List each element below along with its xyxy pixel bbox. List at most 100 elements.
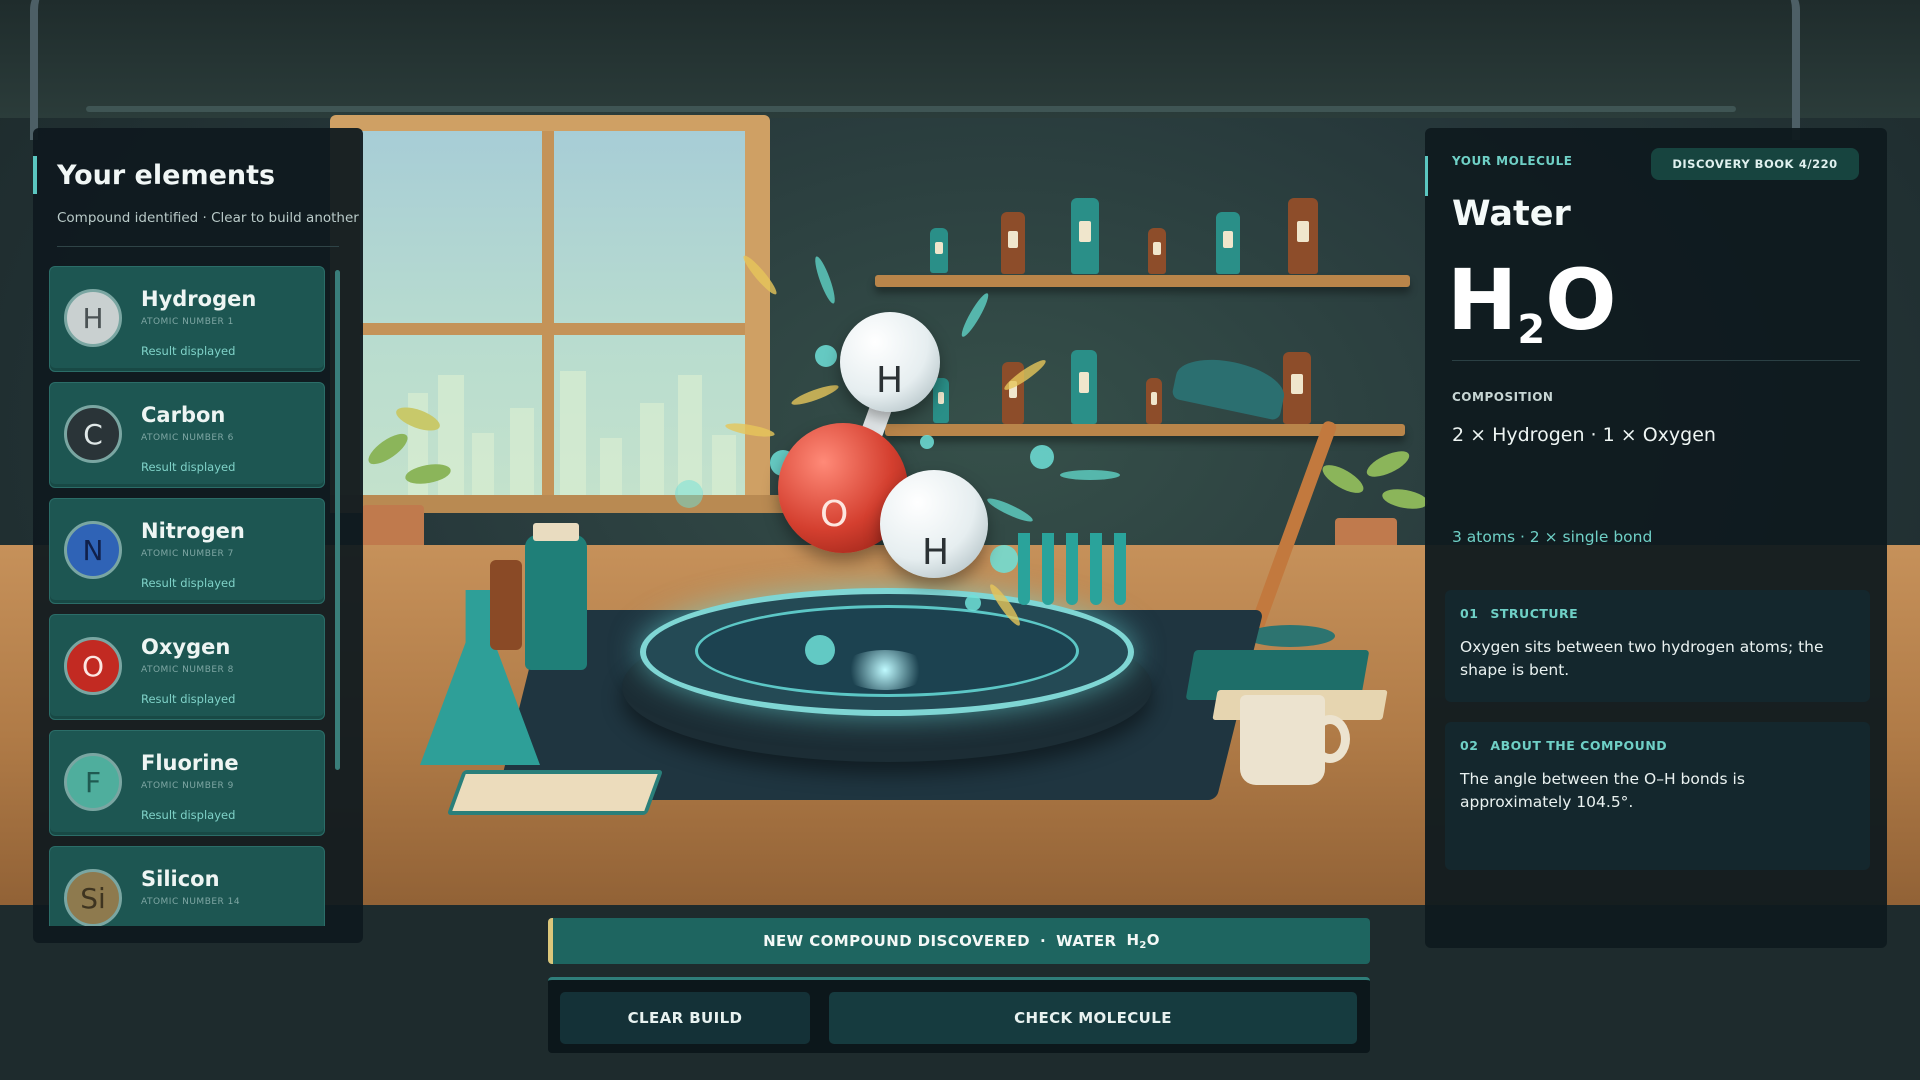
- city-building: [472, 433, 494, 503]
- toast-prefix: NEW COMPOUND DISCOVERED: [763, 932, 1030, 950]
- clear-build-button[interactable]: CLEAR BUILD: [560, 992, 810, 1044]
- city-building: [510, 408, 534, 503]
- city-building: [712, 435, 736, 503]
- check-molecule-button[interactable]: CHECK MOLECULE: [829, 992, 1357, 1044]
- reagent-jar-lid: [533, 523, 579, 541]
- nitrogen-symbol-icon: N: [64, 521, 122, 579]
- panel-subtitle: Compound identified · Clear to build ano…: [57, 210, 359, 226]
- bottle: [1148, 228, 1166, 274]
- toast-separator: ·: [1039, 932, 1047, 950]
- element-card-nitrogen[interactable]: N Nitrogen ATOMIC NUMBER 7 Result displa…: [49, 498, 325, 604]
- small-bottle: [490, 560, 522, 650]
- panel-accent: [1425, 156, 1428, 196]
- element-name: Nitrogen: [141, 519, 245, 543]
- molecule-section-label: YOUR MOLECULE: [1452, 154, 1573, 168]
- composition-value: 2 × Hydrogen · 1 × Oxygen: [1452, 424, 1716, 446]
- upper-shelf: [875, 275, 1410, 287]
- ceiling-rail: [86, 106, 1736, 112]
- bottle: [1001, 212, 1025, 274]
- element-status: Result displayed: [141, 692, 236, 706]
- window-mullion: [542, 131, 554, 503]
- element-card-oxygen[interactable]: O Oxygen ATOMIC NUMBER 8 Result displaye…: [49, 614, 325, 720]
- element-name: Hydrogen: [141, 287, 257, 311]
- glow-particle: [805, 635, 835, 665]
- frame-right: [1760, 0, 1800, 140]
- action-bar: CLEAR BUILD CHECK MOLECULE: [548, 977, 1370, 1053]
- element-card-carbon[interactable]: C Carbon ATOMIC NUMBER 6 Result displaye…: [49, 382, 325, 488]
- panel-accent: [33, 156, 37, 194]
- test-tube-rack: [1018, 533, 1138, 613]
- hydrogen-atom[interactable]: H: [840, 312, 940, 412]
- element-list[interactable]: H Hydrogen ATOMIC NUMBER 1 Result displa…: [49, 266, 329, 926]
- hydrogen-atom[interactable]: H: [880, 470, 988, 578]
- bottle: [1146, 378, 1162, 424]
- atom-label: H: [922, 532, 950, 573]
- glow-particle: [1030, 445, 1054, 469]
- info-card-about: 02 ABOUT THE COMPOUND The angle between t…: [1445, 722, 1870, 870]
- spark: [1060, 470, 1120, 480]
- element-atomic-number: ATOMIC NUMBER 9: [141, 781, 234, 791]
- discovery-book-button[interactable]: DISCOVERY BOOK 4/220: [1651, 148, 1859, 180]
- glow-particle: [815, 345, 837, 367]
- fluorine-symbol-icon: F: [64, 753, 122, 811]
- formula-part: H: [1126, 931, 1140, 949]
- element-card-silicon[interactable]: Si Silicon ATOMIC NUMBER 14: [49, 846, 325, 926]
- discovery-book-count: 4/220: [1798, 157, 1838, 171]
- city-building: [640, 403, 664, 503]
- test-tube: [1114, 533, 1126, 605]
- formula-part: O: [1545, 251, 1617, 349]
- city-building: [438, 375, 464, 503]
- info-card-heading: 02 ABOUT THE COMPOUND: [1460, 738, 1667, 753]
- element-status: Result displayed: [141, 344, 236, 358]
- info-card-number: 01: [1460, 606, 1479, 621]
- element-atomic-number: ATOMIC NUMBER 14: [141, 897, 241, 907]
- divider: [1452, 360, 1860, 361]
- silicon-symbol-icon: Si: [64, 869, 122, 926]
- element-status: Result displayed: [141, 576, 236, 590]
- element-status: Result displayed: [141, 460, 236, 474]
- discovery-book-label: DISCOVERY BOOK: [1672, 157, 1794, 171]
- coffee-mug: [1240, 695, 1325, 785]
- test-tube: [1042, 533, 1054, 605]
- info-card-body: The angle between the O–H bonds is appro…: [1460, 770, 1745, 811]
- bottle: [1216, 212, 1240, 274]
- toast-formula: H2O: [1126, 931, 1159, 951]
- element-name: Oxygen: [141, 635, 231, 659]
- glow-particle: [965, 595, 981, 611]
- element-name: Fluorine: [141, 751, 239, 775]
- info-card-number: 02: [1460, 738, 1479, 753]
- notebook: [446, 770, 664, 815]
- molecule-name: Water: [1452, 194, 1571, 234]
- bottle: [933, 378, 949, 423]
- info-card-structure: 01 STRUCTURE Oxygen sits between two hydr…: [1445, 590, 1870, 702]
- test-tube: [1066, 533, 1078, 605]
- reagent-jar: [525, 535, 587, 670]
- discovery-toast: NEW COMPOUND DISCOVERED · WATER H2O: [548, 918, 1370, 964]
- divider: [57, 246, 339, 247]
- oxygen-symbol-icon: O: [64, 637, 122, 695]
- bottle: [1288, 198, 1318, 274]
- element-card-fluorine[interactable]: F Fluorine ATOMIC NUMBER 9 Result displa…: [49, 730, 325, 836]
- test-tube: [1018, 533, 1030, 605]
- molecule-panel: YOUR MOLECULE DISCOVERY BOOK 4/220 Water…: [1425, 128, 1887, 948]
- formula-subscript: 2: [1139, 940, 1147, 951]
- element-card-hydrogen[interactable]: H Hydrogen ATOMIC NUMBER 1 Result displa…: [49, 266, 325, 372]
- element-atomic-number: ATOMIC NUMBER 8: [141, 665, 234, 675]
- element-list-scrollbar[interactable]: [335, 270, 340, 770]
- molecule-stats: 3 atoms · 2 × single bond: [1452, 528, 1653, 546]
- panel-title: Your elements: [57, 160, 276, 191]
- element-name: Carbon: [141, 403, 226, 427]
- formula-part: H: [1447, 251, 1518, 349]
- hydrogen-symbol-icon: H: [64, 289, 122, 347]
- city-building: [600, 438, 622, 503]
- test-tube: [1090, 533, 1102, 605]
- element-atomic-number: ATOMIC NUMBER 1: [141, 317, 234, 327]
- composition-label: COMPOSITION: [1452, 390, 1554, 404]
- carbon-symbol-icon: C: [64, 405, 122, 463]
- platform-glow: [840, 650, 930, 690]
- info-card-title: ABOUT THE COMPOUND: [1490, 738, 1668, 753]
- ceiling-band: [0, 0, 1920, 118]
- frame-left: [30, 0, 70, 140]
- info-card-body: Oxygen sits between two hydrogen atoms; …: [1460, 638, 1824, 679]
- element-status: Result displayed: [141, 808, 236, 822]
